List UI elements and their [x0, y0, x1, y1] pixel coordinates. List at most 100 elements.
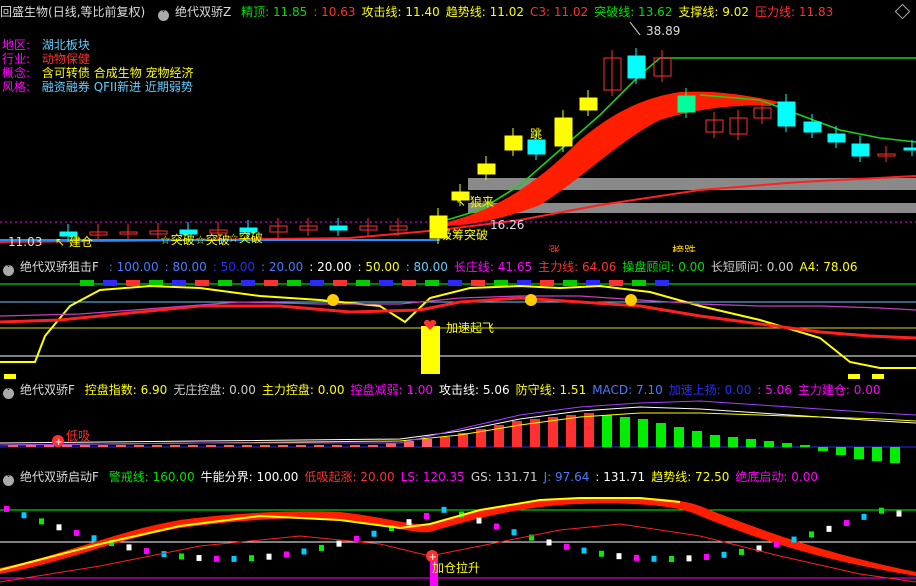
signal-tupo3: ☆突破: [228, 230, 263, 245]
signal-tupo1: ☆突破: [160, 232, 195, 247]
panel2-param: : 80.00: [405, 260, 448, 274]
panel4-header: ˅ 绝代双骄启动F 警戒线: 160.00 牛能分界: 100.00 低吸起涨: 20…: [0, 468, 916, 486]
signal-block: [425, 280, 439, 286]
panel4-param: 绝底启动: 0.00: [735, 470, 818, 484]
signal-block: [310, 280, 324, 286]
panel2-signal: 加速起飞: [446, 321, 494, 335]
histogram-bar: [854, 447, 864, 459]
period-label[interactable]: (日线,等比前复权): [48, 5, 145, 19]
signal-block: [172, 280, 186, 286]
panel3-param: 无庄控盘: 0.00: [173, 383, 256, 397]
header-param: 攻击线: 11.40: [361, 5, 440, 19]
momentum-tick: [721, 551, 727, 558]
header-param: 精顶: 11.85: [241, 5, 308, 19]
histogram-bar: [872, 447, 882, 461]
histogram-bar: [710, 435, 720, 447]
histogram-bar: [98, 445, 108, 447]
panel3-chart: + 低吸: [0, 400, 916, 463]
momentum-tick: [21, 512, 27, 519]
region-value[interactable]: 湖北板块: [42, 38, 90, 52]
momentum-tick: [861, 513, 867, 520]
signal-block: [103, 280, 117, 286]
panel4-param: 牛能分界: 100.00: [200, 470, 299, 484]
panel3-indicator[interactable]: 绝代双骄F: [20, 383, 75, 397]
stock-name[interactable]: 回盛生物: [0, 5, 48, 19]
panel2-param: A4: 78.06: [799, 260, 858, 274]
momentum-tick: [546, 539, 552, 546]
chevron-down-icon[interactable]: ˅: [3, 388, 14, 399]
signal-block: [333, 280, 347, 286]
panel2-param: 长短顾问: 0.00: [710, 260, 794, 274]
signal-tiao: 跳: [530, 127, 542, 141]
momentum-tick: [196, 555, 202, 562]
panel2-indicator[interactable]: 绝代双骄狙击F: [20, 260, 99, 274]
histogram-bar: [314, 445, 324, 447]
histogram-bar: [80, 445, 90, 447]
panel4-indicator[interactable]: 绝代双骄启动F: [20, 470, 99, 484]
histogram-bar: [440, 437, 450, 447]
histogram-bar: [422, 439, 432, 447]
panel2-param: 操盘顾问: 0.00: [622, 260, 705, 274]
signal-block: [241, 280, 255, 286]
candle: [777, 101, 796, 127]
signal-xichou: 吸筹突破: [440, 227, 488, 242]
histogram-bar: [692, 431, 702, 447]
histogram-bar: [62, 445, 72, 447]
panel3-param: MACD: 7.10: [592, 383, 663, 397]
panel3-param: 加速上扬: 0.00: [668, 383, 752, 397]
momentum-tick: [599, 550, 604, 557]
signal-block: [609, 280, 623, 286]
signal-block: [126, 280, 140, 286]
panel3-param: 攻击线: 5.06: [439, 383, 510, 397]
momentum-tick: [564, 543, 569, 550]
histogram-bar: [800, 445, 810, 447]
style-value[interactable]: 融资融券 QFII新进 近期弱势: [42, 80, 193, 94]
industry-value[interactable]: 动物保健: [42, 52, 90, 66]
chevron-down-icon[interactable]: ˅: [3, 475, 14, 486]
momentum-tick: [441, 506, 447, 513]
momentum-tick: [581, 547, 587, 554]
concept-value[interactable]: 含可转债 合成生物 宠物经济: [42, 66, 194, 80]
panel4-params: 警戒线: 160.00 牛能分界: 100.00 低吸起涨: 20.00 LS: 12…: [109, 470, 824, 484]
momentum-tick: [704, 553, 709, 560]
smiley-icon: [625, 294, 637, 306]
momentum-tick: [791, 536, 797, 543]
signal-block: [195, 280, 209, 286]
momentum-tick: [161, 551, 167, 558]
chevron-down-icon[interactable]: ˅: [3, 265, 14, 276]
signal-block: [402, 280, 416, 286]
histogram-bar: [116, 445, 126, 447]
panel2-header: ˅ 绝代双骄狙击F : 100.00: 80.00: 50.00: 20.00: …: [0, 258, 916, 276]
signal-block: [632, 280, 646, 286]
histogram-bar: [584, 413, 594, 447]
histogram-bar: [368, 445, 378, 447]
panel2-param: : 100.00: [108, 260, 159, 274]
histogram-bar: [728, 437, 738, 447]
indicator-name[interactable]: 绝代双骄Z: [175, 5, 231, 19]
region-label: 地区:: [2, 38, 31, 52]
panel2-param: : 20.00: [309, 260, 352, 274]
svg-text:+: +: [55, 437, 63, 448]
panel4-param: 趋势线: 72.50: [651, 470, 730, 484]
indicator-params: 精顶: 11.85: 10.63 攻击线: 11.40 趋势线: 11.02 C3: …: [241, 5, 839, 19]
tag-zhang: 涨: [548, 243, 560, 252]
price-low-label: 11.03: [8, 235, 42, 249]
momentum-tick: [214, 555, 219, 562]
histogram-bar: [836, 447, 846, 455]
panel4-param: 警戒线: 160.00: [108, 470, 195, 484]
momentum-tick: [739, 548, 744, 555]
histogram-bar: [350, 445, 360, 447]
candle: [579, 97, 598, 111]
signal-block: [494, 280, 508, 286]
panel4-chart: + 加仓拉升: [0, 497, 916, 586]
panel2-param: : 50.00: [357, 260, 400, 274]
histogram-bar: [188, 445, 198, 447]
histogram-bar: [746, 439, 756, 447]
candle: [504, 135, 523, 151]
signal-block: [586, 280, 600, 286]
style-label: 风格:: [2, 80, 31, 94]
panel3-param: 主力建仓: 0.00: [797, 383, 881, 397]
trend-line: [0, 497, 681, 571]
main-header: 回盛生物(日线,等比前复权) ˅ 绝代双骄Z 精顶: 11.85: 10.63 攻击…: [0, 3, 916, 21]
histogram-bar: [890, 447, 900, 463]
